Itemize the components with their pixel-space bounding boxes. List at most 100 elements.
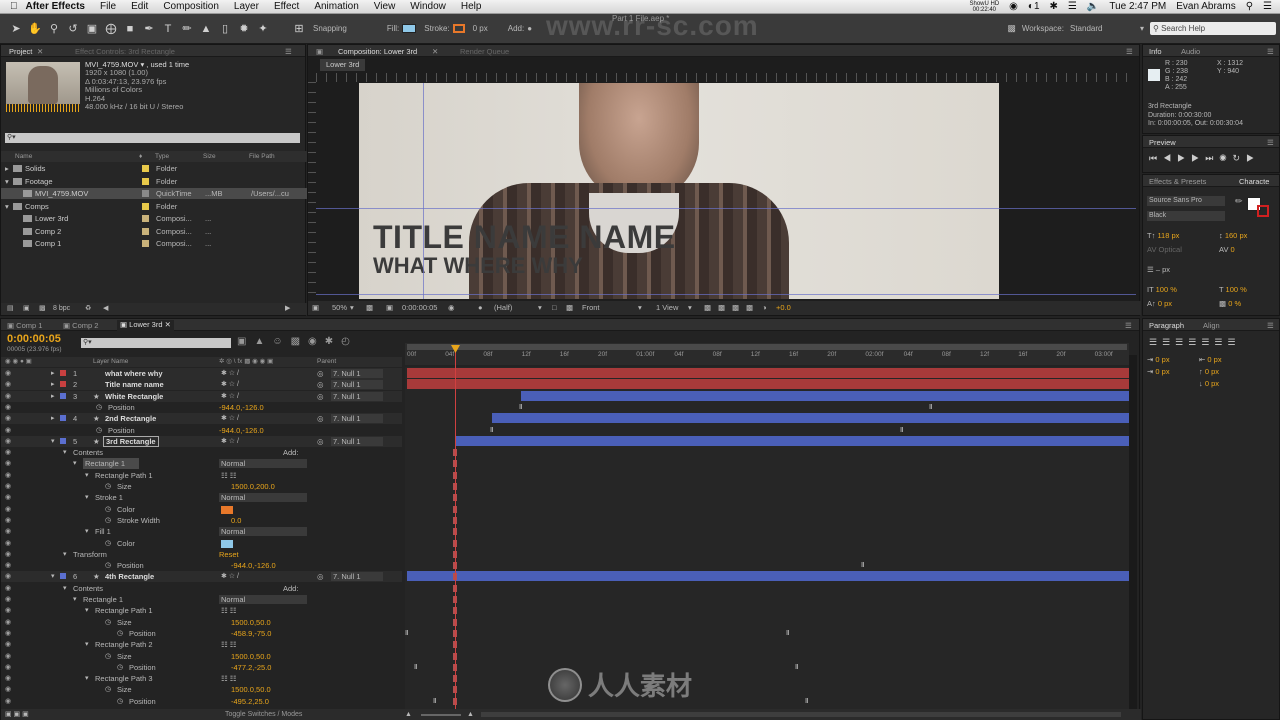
stopwatch-icon[interactable]: ◷ [105, 481, 111, 492]
user-name[interactable]: Evan Abrams [1176, 1, 1235, 12]
visibility-eye-icon[interactable]: ◉ [5, 379, 13, 390]
fast-preview-icon[interactable]: ▩ [718, 301, 725, 315]
visibility-eye-icon[interactable]: ◉ [5, 571, 13, 582]
roto-brush-tool-icon[interactable]: ✹ [236, 21, 252, 37]
timeline-property-row[interactable]: ◉ ◷ Stroke Width 0.0 [1, 515, 402, 526]
stroke-width-field[interactable]: ☰ – px [1147, 265, 1170, 274]
menu-effect[interactable]: Effect [274, 1, 299, 12]
brainstorm-icon[interactable]: ✱ [325, 336, 341, 347]
tab-project[interactable]: Project [9, 47, 32, 59]
visibility-eye-icon[interactable]: ◉ [5, 594, 13, 605]
interpret-footage-icon[interactable]: ▤ [7, 303, 14, 315]
parent-select[interactable]: 7. Null 1 [331, 436, 383, 446]
timeline-layer-row[interactable]: ◉ ▾ 6 ★ 4th Rectangle ✱ ☆ / ◎ 7. Null 1 [1, 571, 402, 583]
layer-label-color[interactable] [60, 415, 66, 422]
expand-group-icon[interactable]: ▾ [85, 673, 89, 684]
parent-select[interactable]: 7. Null 1 [331, 380, 383, 390]
timeline-timecode[interactable]: 0:00:00:05 [7, 333, 61, 345]
zoom-tool-icon[interactable]: ⚲ [46, 21, 62, 37]
rotate-tool-icon[interactable]: ↺ [65, 21, 81, 37]
timeline-property-row[interactable]: ◉ ◷ Color [1, 538, 402, 549]
resolution-dropdown-icon[interactable]: ▾ [538, 301, 542, 315]
layer-label-color[interactable] [60, 392, 66, 399]
visibility-eye-icon[interactable]: ◉ [5, 436, 13, 447]
timeline-property-row[interactable]: ◉ ▾ Rectangle Path 3 ☷ ☷ [1, 673, 402, 684]
parent-pickwhip-icon[interactable]: ◎ [317, 571, 324, 582]
parent-pickwhip-icon[interactable]: ◎ [317, 379, 324, 390]
stopwatch-icon[interactable]: ◷ [105, 538, 111, 549]
parent-pickwhip-icon[interactable]: ◎ [317, 391, 324, 402]
graph-editor-icon[interactable]: ◴ [341, 336, 358, 347]
comp-mini-flowchart-icon[interactable]: ▣ [237, 336, 254, 347]
expand-group-icon[interactable]: ▾ [63, 583, 67, 594]
timeline-property-row[interactable]: ◉ ◷ Position -477.2,-25.0 [1, 662, 402, 673]
type-tool-icon[interactable]: T [160, 21, 176, 37]
timeline-property-row[interactable]: ◉ ◷ Color [1, 504, 402, 515]
stopwatch-icon[interactable]: ◷ [105, 684, 111, 695]
toggle-info-icon[interactable]: ▣ ▣ ▣ [5, 709, 29, 720]
motion-blur-icon[interactable]: ◉ [308, 336, 325, 347]
menu-file[interactable]: File [100, 1, 116, 12]
close-icon[interactable]: ✕ [165, 320, 171, 329]
timeline-property-row[interactable]: ◉ ◷ Position -944.0,-126.0 [1, 560, 402, 571]
visibility-eye-icon[interactable]: ◉ [5, 605, 13, 616]
visibility-eye-icon[interactable]: ◉ [5, 617, 13, 628]
scroll-right-icon[interactable]: ▶ [285, 303, 290, 315]
layer-label-color[interactable] [60, 437, 66, 444]
timeline-property-row[interactable]: ◉ ◷ Position -944.0,-126.0 [1, 402, 402, 413]
indent-left-field[interactable]: ⇥ 0 px [1147, 355, 1170, 364]
axis-toggle-icon[interactable]: ⊞ [291, 21, 307, 37]
menu-window[interactable]: Window [410, 1, 446, 12]
work-area-bar[interactable] [407, 344, 1127, 350]
snapping-label[interactable]: Snapping [313, 24, 347, 33]
stroke-color-swatch[interactable] [221, 505, 233, 514]
camera-tool-icon[interactable]: ▣ [84, 21, 100, 37]
resolution-select[interactable]: (Half) [494, 301, 512, 315]
expand-group-icon[interactable]: ▾ [63, 549, 67, 560]
timeline-search-input[interactable]: ⚲▾ [81, 338, 231, 348]
pan-behind-tool-icon[interactable]: ⨁ [103, 21, 119, 37]
tab-align[interactable]: Align [1203, 321, 1220, 333]
visibility-eye-icon[interactable]: ◉ [5, 526, 13, 537]
font-style-select[interactable]: Black [1147, 211, 1225, 221]
scroll-left-icon[interactable]: ◀ [103, 303, 108, 315]
panel-menu-icon[interactable]: ☰ [1125, 321, 1132, 333]
parent-select[interactable]: 7. Null 1 [331, 369, 383, 378]
path-icon[interactable]: ☷ ☷ [221, 470, 237, 481]
panel-menu-icon[interactable]: ☰ [1267, 321, 1274, 333]
visibility-eye-icon[interactable]: ◉ [5, 628, 13, 639]
visibility-eye-icon[interactable]: ◉ [5, 560, 13, 571]
layer-label-color[interactable] [60, 381, 66, 388]
disclosure-triangle-icon[interactable]: ▸ [5, 163, 9, 174]
frame-blending-icon[interactable]: ▩ [291, 336, 308, 347]
timeline-property-row[interactable]: ◉ ◷ Size 1500.0,50.0 [1, 617, 402, 628]
prev-frame-icon[interactable]: ◀ [1163, 153, 1177, 163]
timeline-property-row[interactable]: ◉ ▾ Transform Reset [1, 549, 402, 560]
baseline-shift-field[interactable]: A↑ 0 px [1147, 299, 1172, 308]
tab-paragraph[interactable]: Paragraph [1149, 321, 1184, 333]
justify-center-icon[interactable]: ☰ [1201, 337, 1214, 347]
timeline-property-row[interactable]: ◉ ▾ Stroke 1 Normal [1, 492, 402, 503]
label-color-swatch[interactable] [142, 227, 149, 235]
tab-effect-controls[interactable]: Effect Controls: 3rd Rectangle [75, 47, 175, 59]
trash-icon[interactable]: ♻ [85, 303, 91, 315]
timeline-layer-row[interactable]: ◉ ▸ 1 what where why ✱ ☆ / ◎ 7. Null 1 [1, 368, 402, 379]
keyframe-icon[interactable]: Ⅱ [786, 630, 791, 637]
flowchart-icon[interactable]: ▩ [746, 301, 753, 315]
vertical-scale-field[interactable]: IT 100 % [1147, 285, 1177, 294]
play-icon[interactable]: ▶ [1177, 153, 1191, 163]
expand-layer-icon[interactable]: ▸ [51, 368, 55, 379]
menu-composition[interactable]: Composition [163, 1, 219, 12]
parent-pickwhip-icon[interactable]: ◎ [317, 436, 324, 447]
align-center-icon[interactable]: ☰ [1162, 337, 1175, 347]
selection-tool-icon[interactable]: ➤ [8, 21, 24, 37]
new-comp-icon[interactable]: ▩ [39, 303, 46, 315]
clock[interactable]: Tue 2:47 PM [1109, 1, 1166, 12]
keyframe-icon[interactable]: Ⅱ [795, 664, 800, 671]
timeline-ruler[interactable]: 00f 04f 08f 12f 16f 20f 01:00f 04f 08f 12f 16f 20f 0… [405, 343, 1129, 365]
parent-pickwhip-icon[interactable]: ◎ [317, 413, 324, 424]
bluetooth-icon[interactable]: ✱ [1050, 1, 1058, 12]
horizontal-scale-field[interactable]: T 100 % [1219, 285, 1247, 294]
path-icon[interactable]: ☷ ☷ [221, 673, 237, 684]
layer-switches[interactable]: ✱ ☆ / [221, 368, 239, 379]
